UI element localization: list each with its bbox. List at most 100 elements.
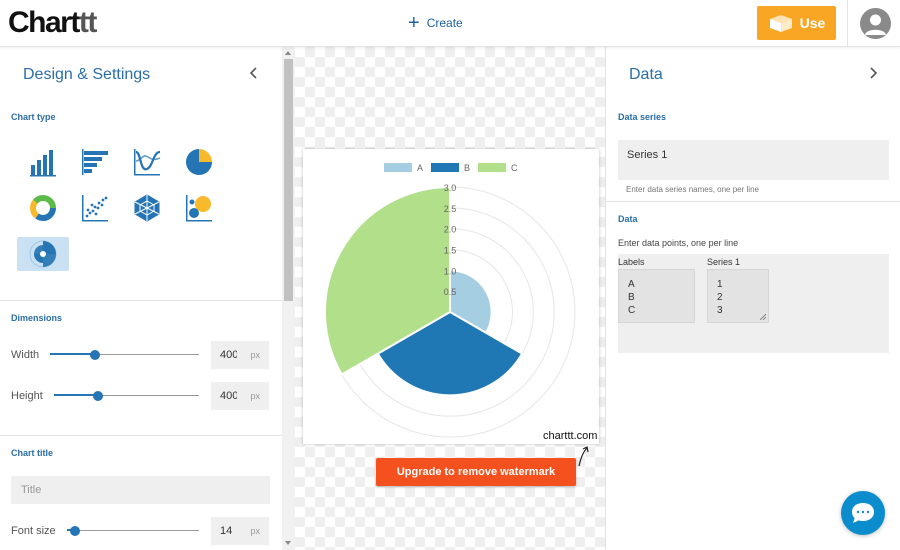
create-label: Create bbox=[426, 16, 463, 30]
create-button[interactable]: + Create bbox=[408, 12, 463, 34]
doughnut-chart-icon bbox=[30, 195, 56, 221]
r-tick-label: 3.0 bbox=[444, 183, 457, 193]
chart-type-horizontal-bar[interactable] bbox=[69, 145, 121, 179]
data-table: Labels Series 1 A B C 1 2 3 bbox=[618, 254, 889, 353]
app-logo[interactable]: Charttt bbox=[8, 6, 97, 40]
chart-title-label: Chart title bbox=[11, 448, 54, 458]
font-size-label: Font size bbox=[11, 525, 56, 537]
r-tick-label: 0.5 bbox=[444, 287, 457, 297]
upgrade-button[interactable]: Upgrade to remove watermark bbox=[376, 458, 576, 486]
box-icon bbox=[769, 15, 792, 32]
width-label: Width bbox=[11, 349, 40, 361]
slider-knob[interactable] bbox=[89, 350, 100, 360]
chat-button[interactable] bbox=[841, 491, 885, 535]
data-series-input[interactable]: Series 1 bbox=[618, 140, 889, 180]
height-unit: px bbox=[250, 391, 260, 401]
height-label: Height bbox=[11, 390, 43, 402]
arrow-pointer-icon bbox=[578, 446, 589, 467]
data-panel-title: Data bbox=[629, 66, 663, 83]
width-slider[interactable] bbox=[50, 349, 199, 361]
series-hint: Enter data series names, one per line bbox=[626, 185, 759, 194]
chart-type-doughnut[interactable] bbox=[17, 191, 69, 225]
data-value: 2 bbox=[717, 292, 723, 303]
avatar[interactable] bbox=[860, 8, 891, 39]
polar-area-chart: 0.5 1.0 1.5 2.0 2.5 3.0 A B C bbox=[324, 163, 576, 438]
width-value: 400 bbox=[220, 349, 237, 361]
chart-type-scatter[interactable] bbox=[69, 191, 121, 225]
plus-icon: + bbox=[408, 12, 420, 34]
chart-type-radar[interactable] bbox=[121, 191, 173, 225]
chart-type-bubble[interactable] bbox=[173, 191, 225, 225]
labels-column-header: Labels bbox=[618, 257, 645, 267]
radar-chart-icon bbox=[134, 194, 160, 222]
height-input[interactable]: 400 px bbox=[211, 382, 269, 410]
chart-title-input[interactable] bbox=[11, 476, 270, 504]
dimensions-label: Dimensions bbox=[11, 313, 63, 323]
height-value: 400 bbox=[220, 390, 237, 402]
watermark: charttt.com bbox=[543, 430, 598, 442]
horizontal-bar-chart-icon bbox=[82, 149, 108, 175]
design-settings-title: Design & Settings bbox=[23, 66, 151, 83]
bubble-chart-icon bbox=[186, 195, 212, 222]
label-value: C bbox=[628, 305, 636, 316]
slider-track bbox=[67, 530, 199, 531]
legend-label: B bbox=[464, 163, 470, 173]
bar-chart-icon bbox=[30, 150, 56, 177]
section-divider bbox=[606, 201, 900, 202]
chart-canvas-area: 0.5 1.0 1.5 2.0 2.5 3.0 A B C charttt.com Upgrad… bbox=[295, 47, 605, 550]
slider-fill bbox=[50, 353, 95, 355]
height-slider[interactable] bbox=[54, 390, 199, 402]
logo-main-text: Chart bbox=[8, 6, 80, 39]
data-hint: Enter data points, one per line bbox=[618, 238, 739, 248]
data-panel: Data Data series Series 1 Enter data ser… bbox=[605, 47, 900, 550]
series-column-header: Series 1 bbox=[707, 257, 741, 267]
width-input[interactable]: 400 px bbox=[211, 341, 269, 369]
r-tick-label: 1.5 bbox=[444, 246, 457, 256]
scrollbar-thumb[interactable] bbox=[284, 59, 293, 301]
label-value: B bbox=[628, 292, 635, 303]
font-size-unit: px bbox=[250, 526, 260, 536]
chart-type-pie[interactable] bbox=[173, 145, 225, 179]
series-values-textarea[interactable]: 1 2 3 bbox=[707, 269, 769, 323]
data-value: 1 bbox=[717, 279, 723, 290]
data-label: Data bbox=[618, 214, 638, 224]
labels-textarea[interactable]: A B C bbox=[618, 269, 695, 323]
legend-swatch bbox=[431, 163, 459, 172]
top-bar: Charttt + Create Use bbox=[0, 0, 900, 47]
slider-knob[interactable] bbox=[92, 391, 103, 401]
left-panel-scrollbar[interactable] bbox=[282, 47, 295, 550]
font-size-input[interactable]: 14 px bbox=[211, 517, 269, 545]
slider-knob[interactable] bbox=[69, 526, 80, 536]
chart-type-label: Chart type bbox=[11, 112, 56, 122]
font-size-slider[interactable] bbox=[67, 525, 199, 537]
section-divider bbox=[0, 300, 282, 301]
chart-type-line[interactable] bbox=[121, 145, 173, 179]
chart-type-polar-area[interactable] bbox=[17, 237, 69, 271]
use-label: Use bbox=[799, 15, 826, 31]
chevron-right-icon[interactable] bbox=[865, 65, 881, 81]
topbar-divider bbox=[847, 0, 848, 47]
width-unit: px bbox=[250, 350, 260, 360]
r-tick-label: 2.0 bbox=[444, 225, 457, 235]
legend-swatch bbox=[384, 163, 412, 172]
user-icon bbox=[865, 14, 886, 35]
scroll-up-arrow[interactable] bbox=[285, 51, 291, 55]
use-button[interactable]: Use bbox=[757, 6, 836, 40]
scroll-down-arrow[interactable] bbox=[285, 541, 291, 545]
resize-handle-icon[interactable] bbox=[760, 314, 766, 320]
pie-chart-icon bbox=[186, 149, 212, 175]
legend-label: A bbox=[417, 163, 423, 173]
chevron-left-icon[interactable] bbox=[246, 65, 262, 81]
data-series-label: Data series bbox=[618, 112, 667, 122]
polar-area-chart-icon bbox=[29, 240, 57, 268]
slider-fill bbox=[54, 394, 98, 396]
font-size-value: 14 bbox=[220, 525, 233, 537]
chart-type-bar[interactable] bbox=[17, 145, 69, 179]
section-divider bbox=[0, 435, 282, 436]
scatter-chart-icon bbox=[82, 195, 108, 222]
design-settings-panel: Design & Settings Chart type Dimensions … bbox=[0, 47, 282, 550]
logo-suffix-text: tt bbox=[78, 6, 97, 39]
r-tick-label: 2.5 bbox=[444, 204, 457, 214]
chart-preview: 0.5 1.0 1.5 2.0 2.5 3.0 A B C bbox=[303, 149, 599, 444]
line-chart-icon bbox=[134, 149, 161, 176]
